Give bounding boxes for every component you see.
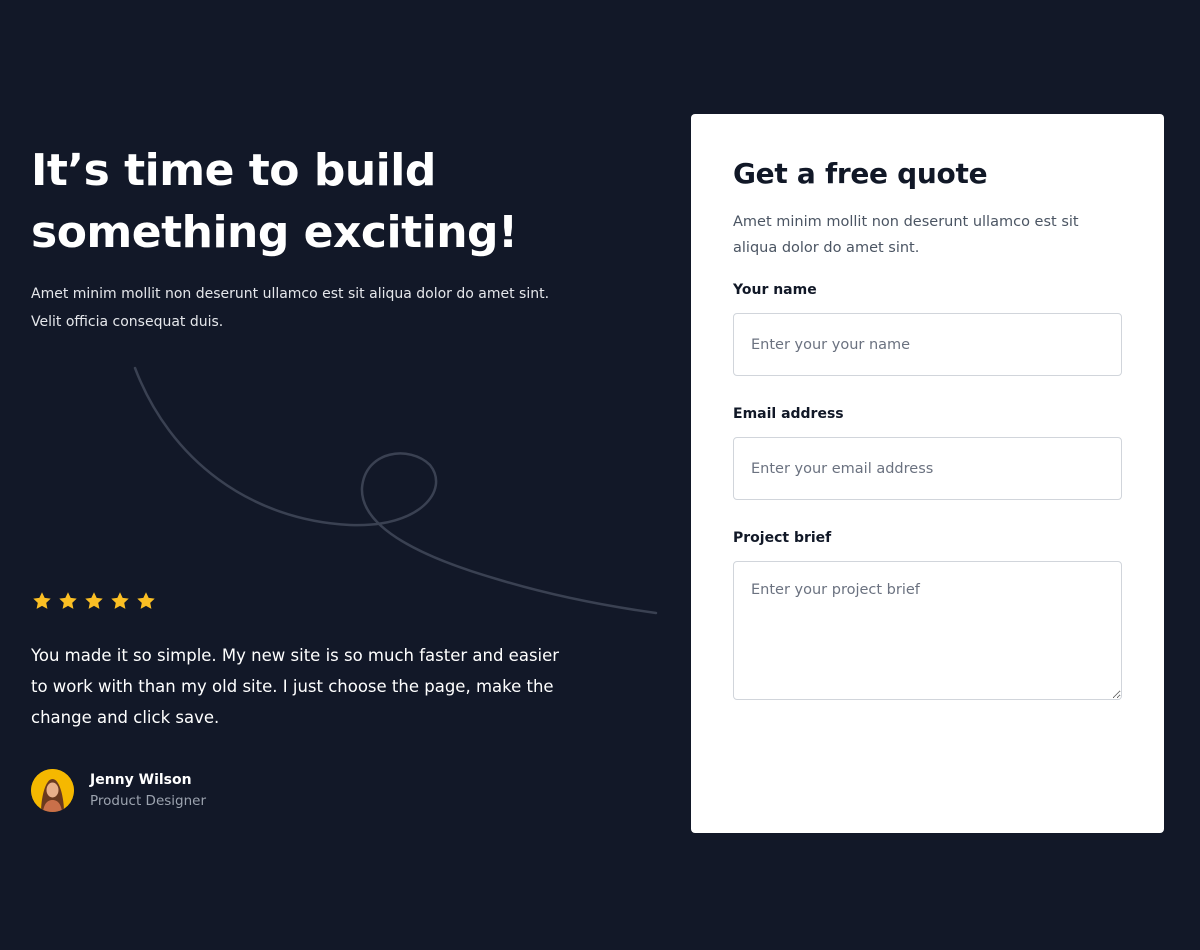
star-icon [59,592,77,609]
name-input[interactable] [733,313,1122,376]
quote-section: It’s time to build something exciting! A… [0,0,1200,950]
hero-headline: It’s time to build something exciting! [31,145,518,258]
form-description: Amet minim mollit non deserunt ullamco e… [733,214,1079,256]
star-icon [33,592,51,609]
author-role: Product Designer [90,792,207,809]
star-icon [85,592,103,609]
hero-subtext: Amet minim mollit non deserunt ullamco e… [31,286,550,330]
author-name: Jenny Wilson [90,771,192,788]
testimonial-quote: You made it so simple. My new site is so… [31,646,560,727]
brief-field-group: Project brief [733,528,1122,700]
star-rating [31,588,571,614]
avatar [31,769,74,812]
star-icon [111,592,129,609]
email-label: Email address [733,406,844,422]
author-details: Jenny Wilson Product Designer [90,770,206,812]
form-title: Get a free quote [733,157,988,190]
brief-label: Project brief [733,530,832,546]
email-field-group: Email address [733,404,1122,500]
quote-form-card: Get a free quote Amet minim mollit non d… [691,114,1164,833]
testimonial-author: Jenny Wilson Product Designer [31,769,571,812]
email-input[interactable] [733,437,1122,500]
avatar-portrait-icon [31,769,74,812]
name-label: Your name [733,282,817,298]
hero-content: It’s time to build something exciting! A… [31,140,591,336]
star-icon [137,592,155,609]
testimonial: You made it so simple. My new site is so… [31,588,571,812]
name-field-group: Your name [733,280,1122,376]
project-brief-textarea[interactable] [733,561,1122,700]
